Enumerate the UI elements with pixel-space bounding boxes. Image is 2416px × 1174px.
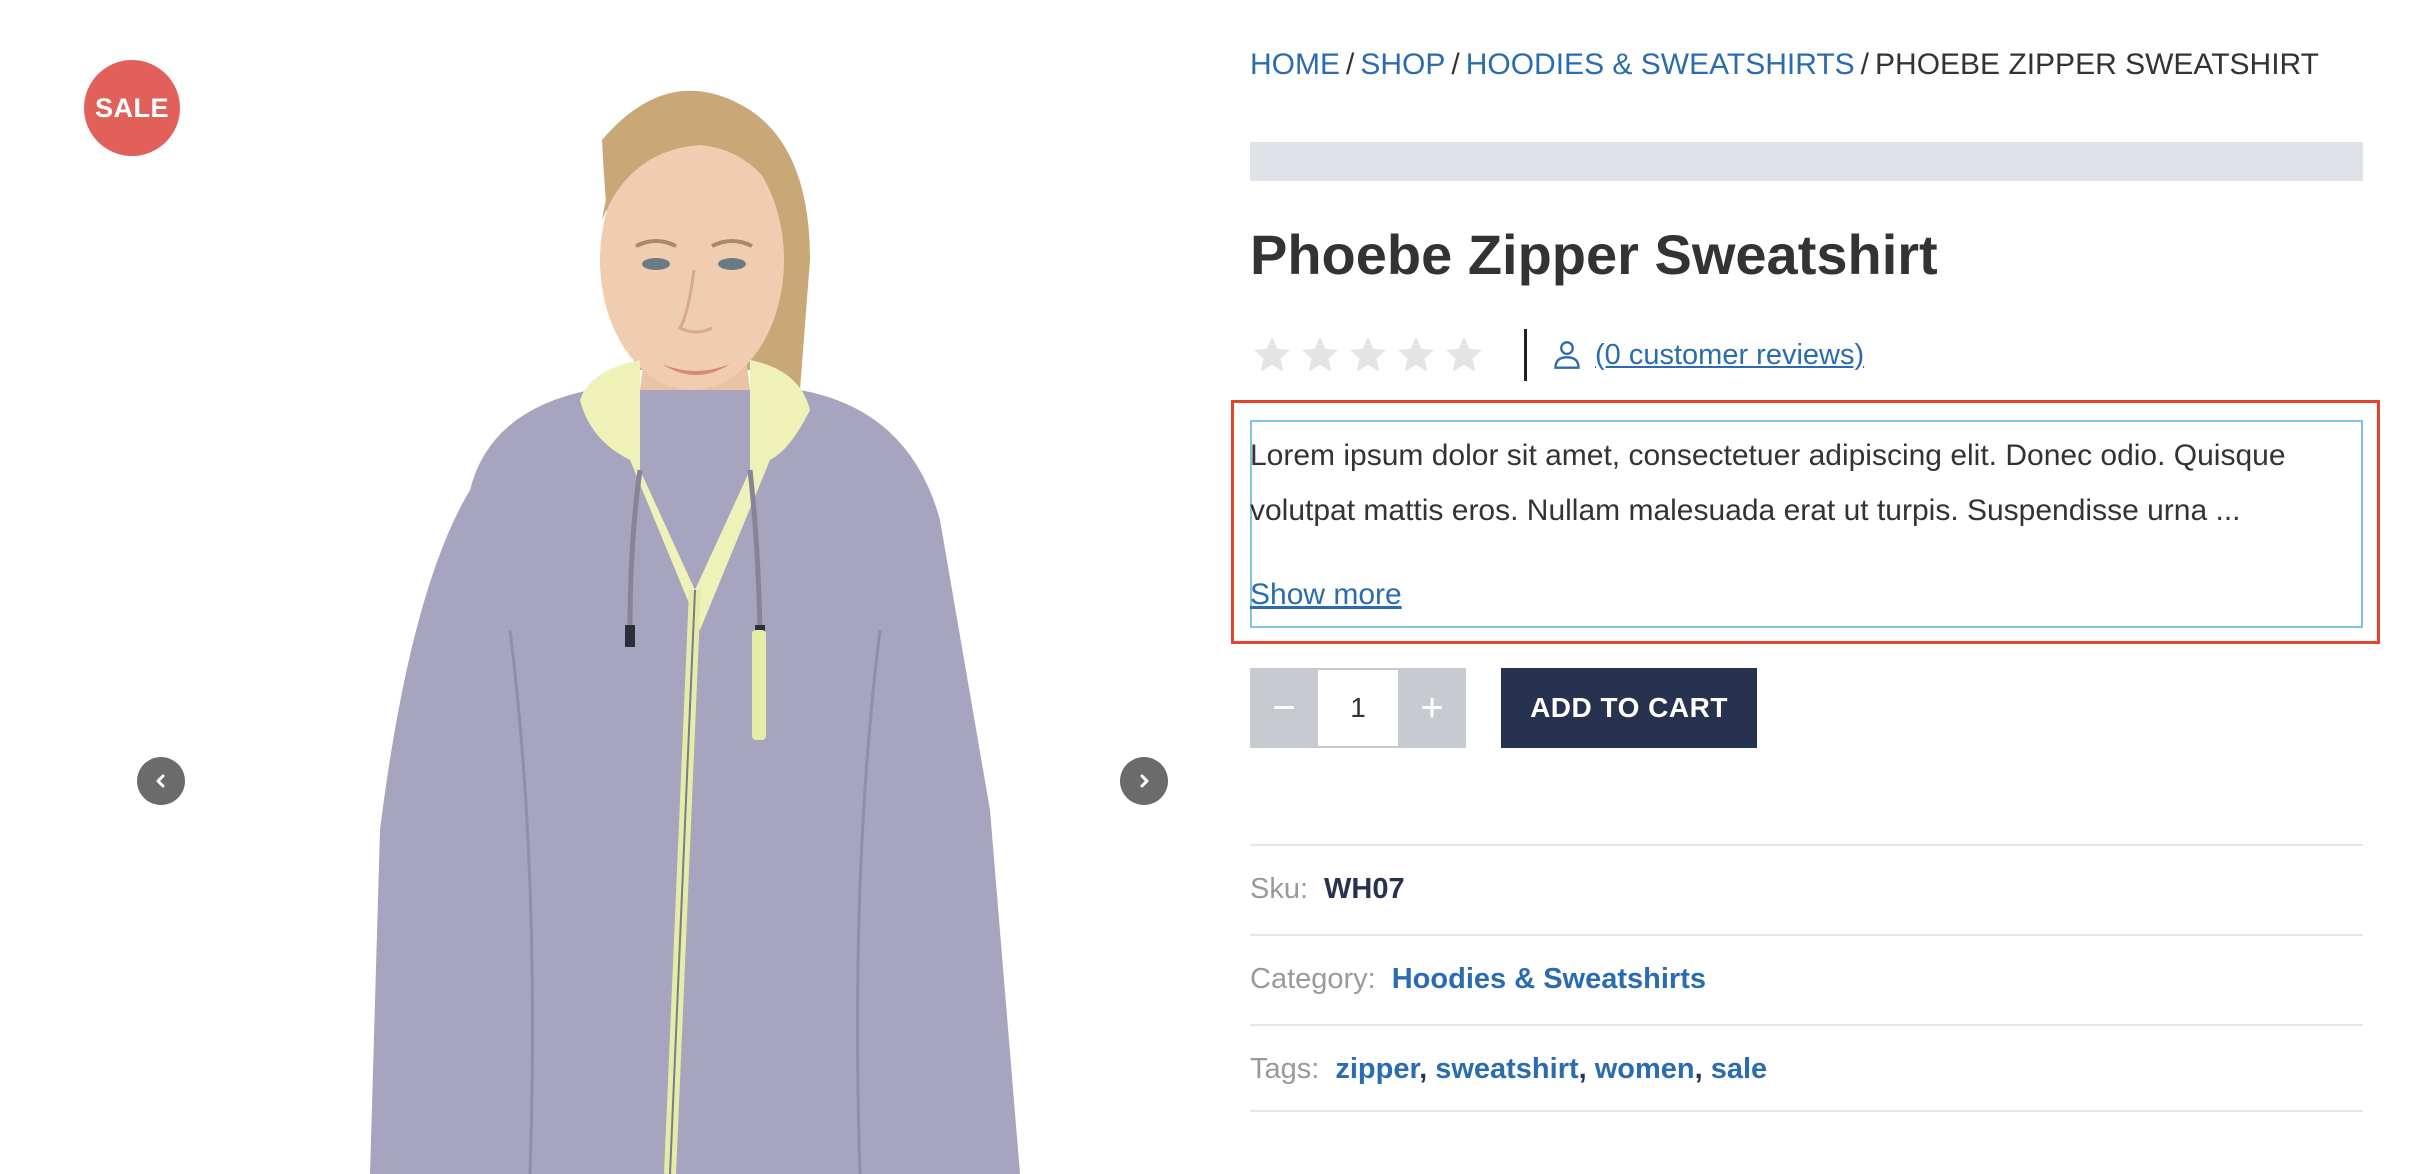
tag-link[interactable]: sweatshirt bbox=[1435, 1053, 1578, 1085]
notice-bar bbox=[1250, 142, 2363, 181]
tag-link[interactable]: women bbox=[1595, 1053, 1695, 1085]
gallery-next-button[interactable] bbox=[1120, 757, 1168, 805]
breadcrumb-category[interactable]: HOODIES & SWEATSHIRTS bbox=[1466, 48, 1855, 81]
tag-link[interactable]: zipper bbox=[1335, 1053, 1419, 1085]
sku-row: Sku: WH07 bbox=[1250, 873, 1405, 906]
breadcrumb-separator: / bbox=[1346, 48, 1355, 81]
sku-value: WH07 bbox=[1324, 873, 1405, 905]
quantity-increase-button[interactable]: + bbox=[1398, 668, 1466, 748]
breadcrumb-separator: / bbox=[1860, 48, 1870, 81]
quantity-input[interactable] bbox=[1318, 668, 1398, 748]
tags-label: Tags: bbox=[1250, 1053, 1320, 1085]
quantity-stepper: − + bbox=[1250, 668, 1466, 748]
breadcrumb-separator: / bbox=[1451, 48, 1460, 81]
quantity-decrease-button[interactable]: − bbox=[1250, 668, 1318, 748]
meta-divider bbox=[1250, 844, 2363, 846]
meta-divider bbox=[1250, 1110, 2363, 1112]
breadcrumb: HOME / SHOP / HOODIES & SWEATSHIRTS / PHOEBE Z… bbox=[1250, 48, 2319, 82]
breadcrumb-home[interactable]: HOME bbox=[1250, 48, 1340, 81]
rating-row: (0 customer reviews) bbox=[1250, 329, 1864, 381]
meta-divider bbox=[1250, 934, 2363, 936]
sale-badge: SALE bbox=[84, 60, 180, 156]
sku-label: Sku: bbox=[1250, 873, 1309, 905]
star-icon bbox=[1397, 336, 1435, 372]
category-link[interactable]: Hoodies & Sweatshirts bbox=[1392, 963, 1706, 995]
rating-divider bbox=[1524, 329, 1527, 381]
star-icon bbox=[1349, 336, 1387, 372]
show-more-link[interactable]: Show more bbox=[1250, 578, 1402, 612]
tag-link[interactable]: sale bbox=[1711, 1053, 1767, 1085]
chevron-right-icon bbox=[1140, 774, 1149, 788]
star-icon bbox=[1253, 336, 1291, 372]
star-icon bbox=[1301, 336, 1339, 372]
add-to-cart-button[interactable]: ADD TO CART bbox=[1501, 668, 1757, 748]
star-icon bbox=[1445, 336, 1483, 372]
breadcrumb-shop[interactable]: SHOP bbox=[1360, 48, 1445, 81]
product-image bbox=[370, 90, 1020, 1174]
category-row: Category: Hoodies & Sweatshirts bbox=[1250, 963, 1706, 996]
breadcrumb-current: PHOEBE ZIPPER SWEATSHIRT bbox=[1875, 48, 2319, 81]
tags-row: Tags: zipper, sweatshirt, women, sale bbox=[1250, 1053, 1768, 1085]
user-icon bbox=[1554, 341, 1580, 369]
category-label: Category: bbox=[1250, 963, 1376, 995]
product-gallery: SALE bbox=[0, 0, 1200, 1174]
product-title: Phoebe Zipper Sweatshirt bbox=[1250, 223, 1938, 286]
customer-reviews-link[interactable]: (0 customer reviews) bbox=[1553, 339, 1864, 372]
short-description: Lorem ipsum dolor sit amet, consectetuer… bbox=[1250, 439, 2286, 527]
star-rating bbox=[1250, 333, 1486, 377]
gallery-prev-button[interactable] bbox=[137, 757, 185, 805]
chevron-left-icon bbox=[156, 774, 165, 788]
reviews-link-label: (0 customer reviews) bbox=[1595, 338, 1865, 371]
meta-divider bbox=[1250, 1024, 2363, 1026]
